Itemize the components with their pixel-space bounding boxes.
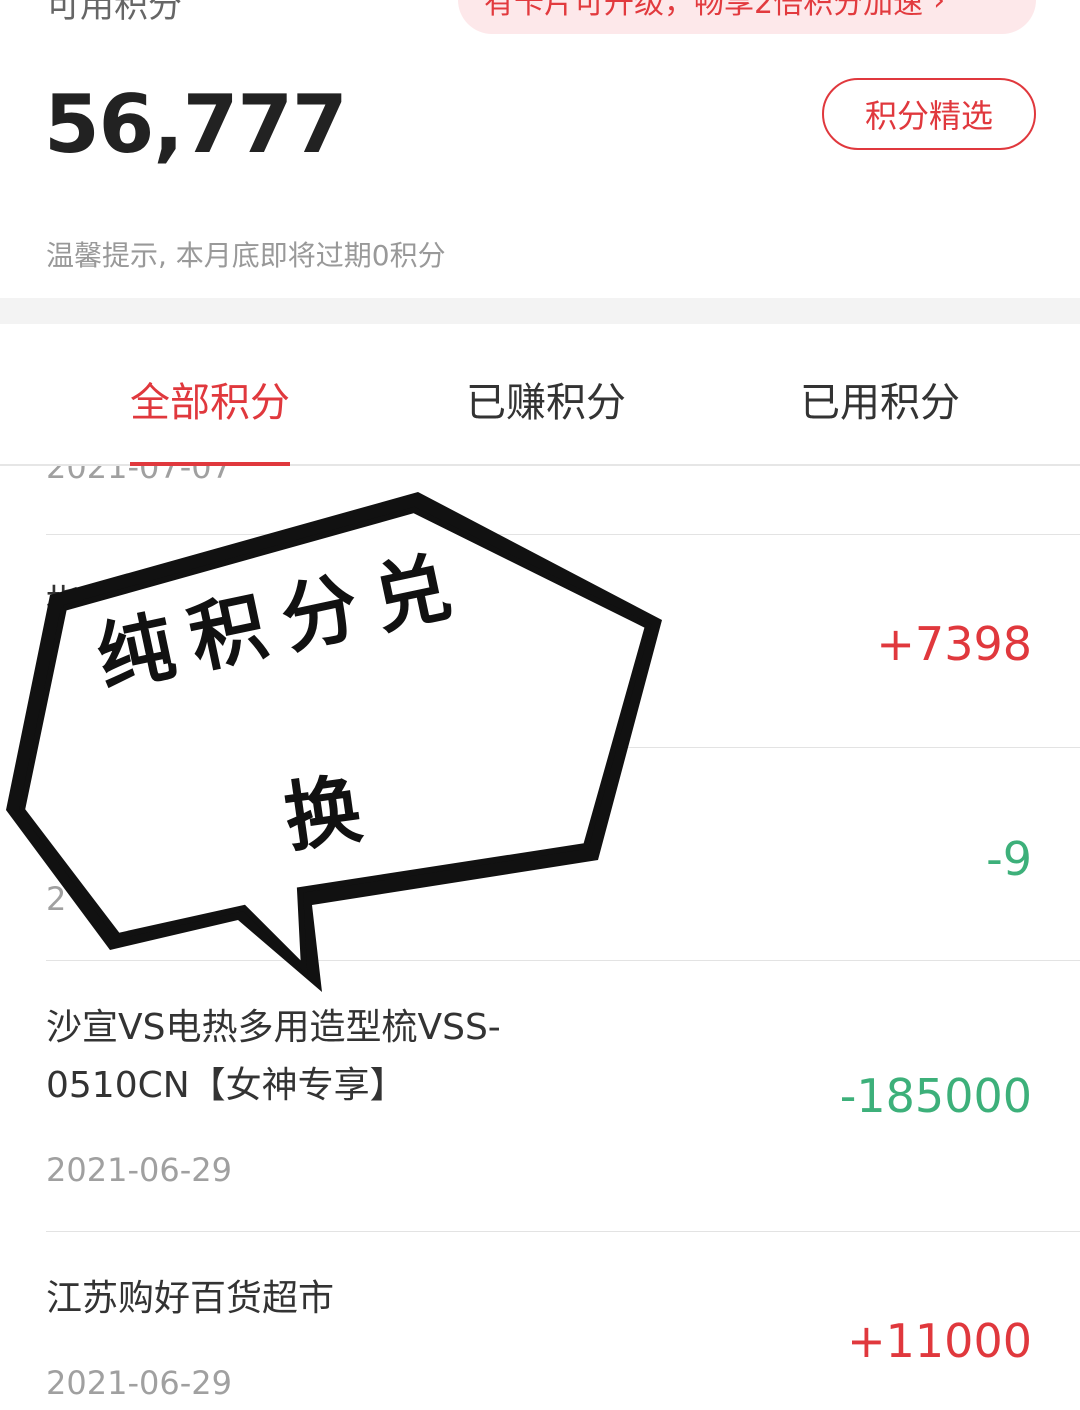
points-page: 可用积分 有卡片可升级，畅享2倍积分加速 › 56,777 积分精选 温馨提示,… bbox=[0, 0, 1080, 1410]
list-item-title-line1: 沙宣VS电热多用造型梳VSS- bbox=[46, 1007, 501, 1048]
list-item-date: 2021-06-29 bbox=[46, 1151, 232, 1189]
list-item[interactable]: 江苏购好百货超市 2021-06-29 +11000 bbox=[0, 1232, 1080, 1410]
available-points-label: 可用积分 bbox=[46, 0, 182, 26]
list-item-amount: +7398 bbox=[876, 617, 1032, 671]
points-select-button[interactable]: 积分精选 bbox=[822, 78, 1036, 150]
upgrade-banner[interactable]: 有卡片可升级，畅享2倍积分加速 › bbox=[458, 0, 1036, 34]
tab-earned-points[interactable]: 已赚积分 bbox=[466, 370, 626, 428]
active-tab-indicator bbox=[130, 462, 290, 466]
list-item-date: 2021-06-29 bbox=[46, 1364, 232, 1402]
list-item-title-line2: 0510CN【女神专享】 bbox=[46, 1065, 406, 1106]
tab-all-points[interactable]: 全部积分 bbox=[130, 370, 290, 428]
list-item[interactable]: 沙宣VS电热多用造型梳VSS- 0510CN【女神专享】 2021-06-29 … bbox=[0, 961, 1080, 1231]
list-item-amount: +11000 bbox=[847, 1314, 1032, 1368]
upgrade-banner-text: 有卡片可升级，畅享2倍积分加速 bbox=[484, 0, 924, 21]
points-tabs: 全部积分 已赚积分 已用积分 bbox=[0, 324, 1080, 466]
chevron-right-icon: › bbox=[933, 0, 946, 18]
sticker-text-line2: 换 bbox=[279, 764, 367, 863]
list-item-amount: -185000 bbox=[839, 1069, 1032, 1123]
section-divider bbox=[0, 298, 1080, 324]
points-balance: 56,777 bbox=[44, 78, 348, 171]
list-item-amount: -9 bbox=[986, 832, 1032, 886]
tab-used-points[interactable]: 已用积分 bbox=[800, 370, 960, 428]
expiry-tip: 温馨提示, 本月底即将过期0积分 bbox=[46, 239, 446, 272]
list-item-title: 江苏购好百货超市 bbox=[46, 1278, 335, 1319]
